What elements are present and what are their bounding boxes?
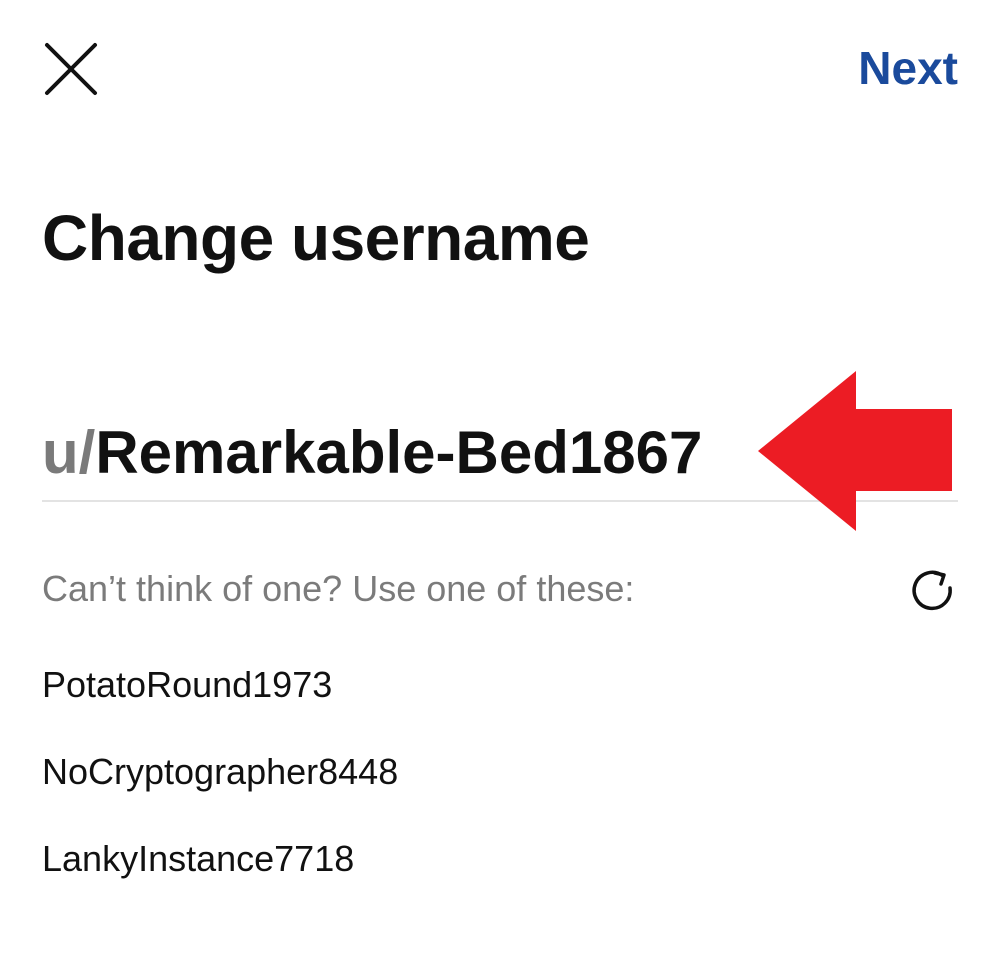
suggestion-item[interactable]: PotatoRound1973 [42,664,332,706]
refresh-suggestions-button[interactable] [908,566,958,616]
refresh-icon [912,570,952,611]
username-prefix: u/ [42,419,96,486]
change-username-screen: Next Change username u/ Remarkable-Bed18… [0,0,1000,971]
suggestions-hint: Can’t think of one? Use one of these: [42,568,635,609]
page-title: Change username [42,202,590,274]
close-icon [45,43,97,95]
left-arrow-icon [758,371,952,531]
next-button[interactable]: Next [858,42,958,94]
username-input-value[interactable]: Remarkable-Bed1867 [95,418,702,488]
suggestion-item[interactable]: NoCryptographer8448 [42,751,398,793]
suggestion-item[interactable]: LankyInstance7718 [42,838,354,880]
close-button[interactable] [44,42,98,96]
